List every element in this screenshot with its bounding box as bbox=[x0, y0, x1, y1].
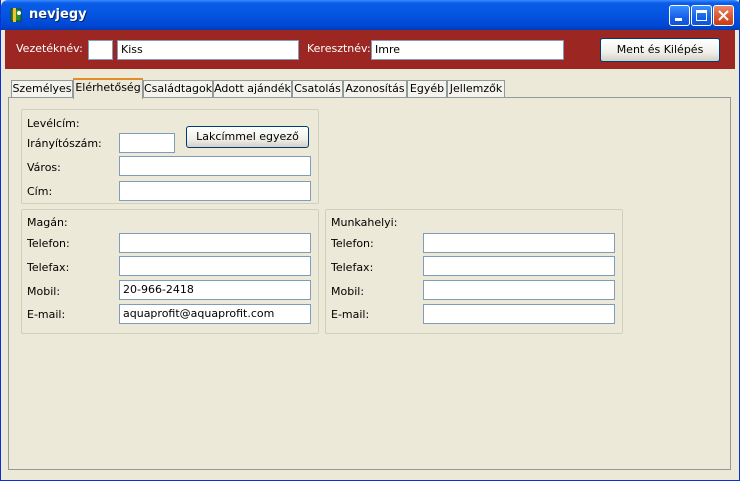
tab-identification[interactable]: Azonosítás bbox=[343, 80, 407, 97]
app-icon bbox=[8, 7, 24, 23]
tab-gifts[interactable]: Adott ajándék bbox=[213, 80, 292, 97]
minimize-icon bbox=[675, 18, 682, 21]
private-title: Magán: bbox=[27, 216, 68, 229]
first-name-label: Keresztnév: bbox=[307, 42, 371, 55]
tab-contact[interactable]: Elérhetőség bbox=[73, 78, 143, 99]
tab-other[interactable]: Egyéb bbox=[407, 80, 447, 97]
close-button[interactable] bbox=[713, 5, 734, 26]
private-mobile-label: Mobil: bbox=[27, 285, 61, 298]
private-email-label: E-mail: bbox=[27, 308, 66, 321]
minimize-button[interactable] bbox=[669, 5, 690, 26]
work-fax-field[interactable] bbox=[423, 256, 615, 276]
tab-personal[interactable]: Személyes bbox=[11, 80, 73, 97]
mailing-address-group: Levélcím: Irányítószám: Lakcímmel egyező… bbox=[21, 109, 319, 204]
save-exit-button[interactable]: Ment és Kilépés bbox=[600, 38, 720, 62]
work-email-label: E-mail: bbox=[331, 308, 370, 321]
private-phone-label: Telefon: bbox=[27, 237, 70, 250]
last-name-field[interactable]: Kiss bbox=[117, 40, 299, 60]
private-fax-label: Telefax: bbox=[27, 261, 70, 274]
work-email-field[interactable] bbox=[423, 304, 615, 324]
private-mobile-field[interactable]: 20-966-2418 bbox=[119, 280, 311, 300]
work-phone-label: Telefon: bbox=[331, 237, 374, 250]
address-label: Cím: bbox=[27, 185, 53, 198]
city-field[interactable] bbox=[119, 156, 311, 176]
tab-characteristics[interactable]: Jellemzők bbox=[447, 80, 505, 97]
name-prefix-field[interactable] bbox=[88, 40, 113, 60]
work-phone-field[interactable] bbox=[423, 233, 615, 253]
window-title: nevjegy bbox=[29, 7, 87, 22]
title-bar[interactable]: nevjegy bbox=[1, 0, 740, 30]
app-window: nevjegy Vezetéknév: Kiss Keresztnév: Imr… bbox=[0, 0, 740, 481]
city-label: Város: bbox=[27, 161, 61, 174]
last-name-label: Vezetéknév: bbox=[16, 42, 83, 55]
maximize-icon bbox=[696, 10, 707, 21]
mailing-title: Levélcím: bbox=[27, 117, 80, 130]
tab-attachment[interactable]: Csatolás bbox=[292, 80, 343, 97]
work-title: Munkahelyi: bbox=[331, 216, 398, 229]
contact-tab-panel: Levélcím: Irányítószám: Lakcímmel egyező… bbox=[8, 97, 731, 470]
first-name-field[interactable]: Imre bbox=[371, 40, 564, 60]
private-contact-group: Magán: Telefon: Telefax: Mobil: 20-966-2… bbox=[21, 209, 319, 334]
tab-family[interactable]: Családtagok bbox=[143, 80, 213, 97]
zip-label: Irányítószám: bbox=[27, 137, 102, 150]
same-as-home-button[interactable]: Lakcímmel egyező bbox=[186, 126, 309, 148]
zip-field[interactable] bbox=[119, 133, 175, 153]
work-contact-group: Munkahelyi: Telefon: Telefax: Mobil: E-m… bbox=[325, 209, 623, 334]
private-phone-field[interactable] bbox=[119, 233, 311, 253]
work-fax-label: Telefax: bbox=[331, 261, 374, 274]
name-header: Vezetéknév: Kiss Keresztnév: Imre Ment é… bbox=[5, 30, 735, 69]
work-mobile-label: Mobil: bbox=[331, 285, 365, 298]
private-fax-field[interactable] bbox=[119, 256, 311, 276]
private-email-field[interactable]: aquaprofit@aquaprofit.com bbox=[119, 304, 311, 324]
maximize-button[interactable] bbox=[691, 5, 712, 26]
work-mobile-field[interactable] bbox=[423, 280, 615, 300]
address-field[interactable] bbox=[119, 181, 311, 201]
close-icon bbox=[718, 10, 729, 21]
